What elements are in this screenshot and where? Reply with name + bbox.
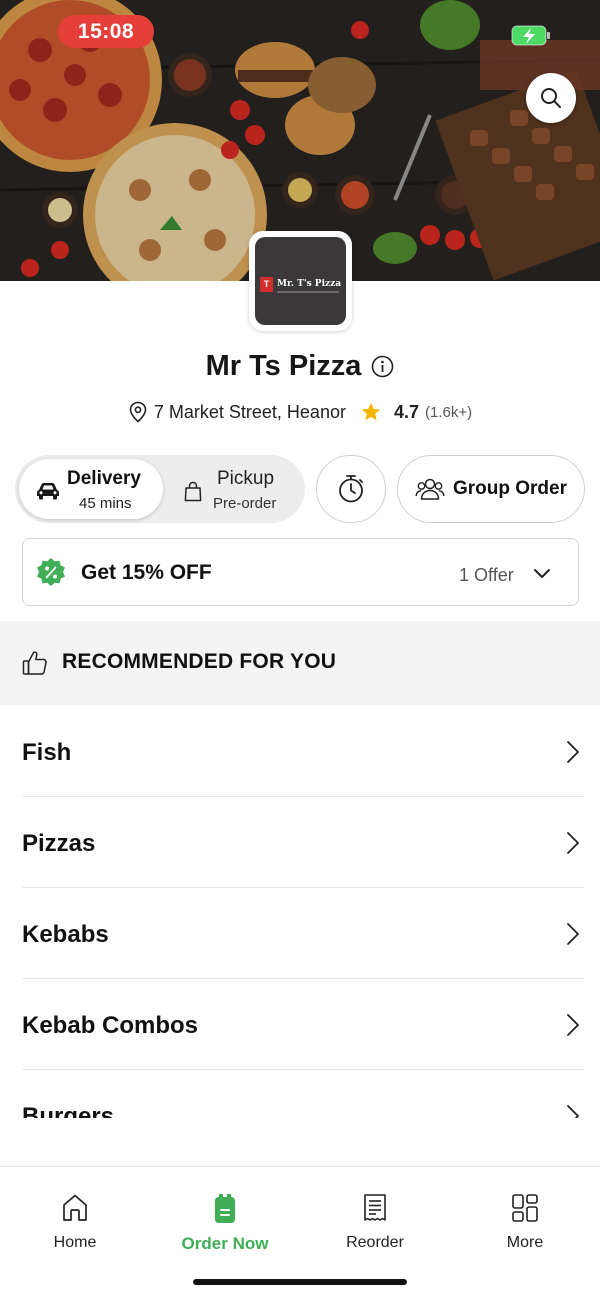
home-indicator bbox=[193, 1279, 407, 1285]
car-icon bbox=[37, 483, 59, 500]
category-item-kebab-combos[interactable]: Kebab Combos bbox=[22, 979, 584, 1070]
group-order-button[interactable]: Group Order bbox=[397, 455, 585, 523]
category-label: Kebabs bbox=[22, 921, 109, 948]
chevron-down-icon bbox=[534, 569, 550, 578]
rating-count: (1.6k+) bbox=[425, 403, 473, 421]
chevron-right-icon bbox=[567, 1014, 579, 1036]
category-item-pizzas[interactable]: Pizzas bbox=[22, 797, 584, 888]
category-item-burgers[interactable]: Burgers bbox=[22, 1070, 584, 1118]
nav-label: Order Now bbox=[181, 1234, 269, 1253]
nav-label: Home bbox=[53, 1234, 97, 1251]
order-icon bbox=[215, 1194, 235, 1223]
category-label: Burgers bbox=[22, 1103, 115, 1118]
nav-item-home[interactable]: Home bbox=[15, 1191, 135, 1261]
category-item-kebabs[interactable]: Kebabs bbox=[22, 888, 584, 979]
chevron-right-icon bbox=[567, 1105, 579, 1118]
fulfilment-mode-toggle: Delivery 45 mins Pickup Pre-order bbox=[15, 455, 305, 523]
home-icon bbox=[63, 1194, 87, 1221]
shopping-bag-icon bbox=[184, 481, 202, 502]
info-icon[interactable] bbox=[371, 355, 394, 378]
timer-icon bbox=[339, 475, 363, 503]
category-label: Fish bbox=[22, 739, 72, 766]
receipt-icon bbox=[364, 1194, 386, 1221]
offer-title: Get 15% OFF bbox=[81, 561, 212, 584]
pickup-subtitle: Pre-order bbox=[213, 495, 277, 512]
discount-badge-icon bbox=[37, 558, 65, 586]
delivery-option[interactable]: Delivery 45 mins bbox=[19, 459, 163, 519]
category-list: Fish Pizzas Kebabs Kebab Combos Burgers bbox=[0, 706, 600, 1118]
pickup-label: Pickup bbox=[217, 468, 275, 489]
recommended-section-header[interactable]: RECOMMENDED FOR YOU bbox=[0, 621, 600, 705]
thumbs-up-icon bbox=[22, 651, 47, 675]
delivery-time: 45 mins bbox=[79, 495, 132, 512]
logo-mark: T bbox=[260, 277, 273, 292]
store-address: 7 Market Street, Heanor bbox=[153, 401, 346, 422]
chevron-right-icon bbox=[567, 923, 579, 945]
nav-item-reorder[interactable]: Reorder bbox=[315, 1191, 435, 1261]
status-time: 15:08 bbox=[58, 15, 154, 48]
search-icon bbox=[541, 88, 561, 108]
search-button[interactable] bbox=[526, 73, 576, 123]
store-meta: 7 Market Street, Heanor 4.7 (1.6k+) bbox=[0, 401, 600, 423]
schedule-button[interactable] bbox=[316, 455, 386, 523]
logo-text: Mr. T's Pizza bbox=[277, 279, 342, 289]
recommended-title: RECOMMENDED FOR YOU bbox=[62, 650, 337, 673]
logo-tagline-line bbox=[277, 291, 339, 293]
store-name: Mr Ts Pizza bbox=[205, 350, 362, 382]
category-label: Pizzas bbox=[22, 830, 96, 857]
grid-icon bbox=[512, 1194, 538, 1222]
group-order-label: Group Order bbox=[452, 478, 567, 499]
group-icon bbox=[415, 478, 445, 500]
nav-label: Reorder bbox=[346, 1234, 404, 1251]
category-label: Kebab Combos bbox=[22, 1012, 199, 1039]
delivery-label: Delivery bbox=[67, 468, 141, 489]
store-logo: T Mr. T's Pizza bbox=[249, 231, 352, 331]
location-pin-icon bbox=[129, 401, 147, 423]
nav-item-more[interactable]: More bbox=[465, 1191, 585, 1261]
category-item-fish[interactable]: Fish bbox=[22, 706, 584, 797]
nav-item-order-now[interactable]: Order Now bbox=[165, 1191, 285, 1261]
offer-count: 1 Offer bbox=[459, 565, 514, 585]
chevron-right-icon bbox=[567, 832, 579, 854]
offer-banner[interactable]: Get 15% OFF 1 Offer bbox=[22, 538, 579, 606]
chevron-right-icon bbox=[567, 741, 579, 763]
store-header: Mr Ts Pizza bbox=[0, 350, 600, 383]
pickup-option[interactable]: Pickup Pre-order bbox=[175, 459, 301, 519]
nav-label: More bbox=[506, 1234, 544, 1251]
star-icon bbox=[361, 402, 381, 421]
store-rating: 4.7 bbox=[393, 401, 419, 422]
battery-icon bbox=[511, 25, 550, 46]
